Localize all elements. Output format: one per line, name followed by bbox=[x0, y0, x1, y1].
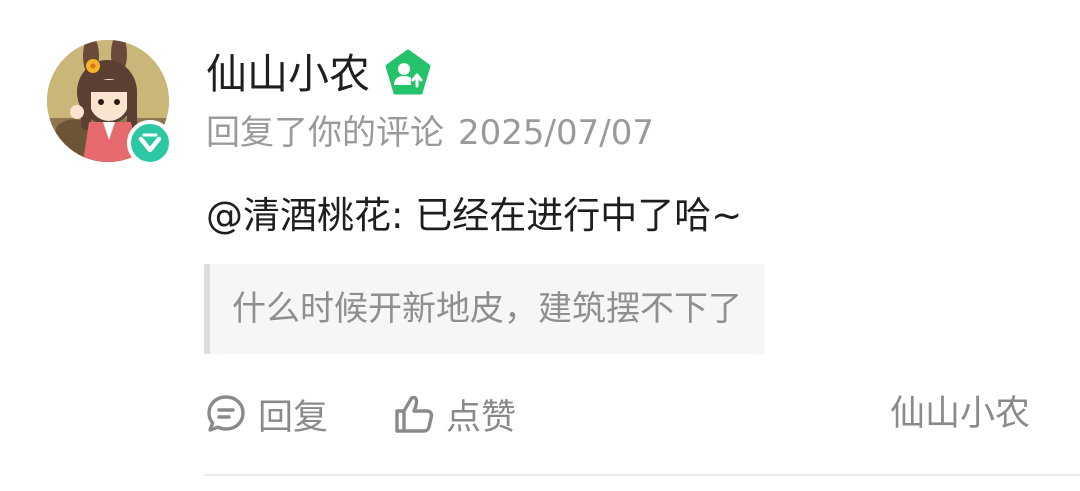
verified-check-icon bbox=[138, 133, 162, 153]
reply-label: 回复 bbox=[258, 397, 329, 438]
like-button[interactable]: 点赞 bbox=[392, 390, 516, 438]
reply-button[interactable]: 回复 bbox=[204, 390, 328, 438]
comment-icon bbox=[207, 395, 245, 432]
reply-text[interactable]: @清酒桃花: 已经在进行中了哈~ bbox=[206, 192, 742, 240]
quoted-comment[interactable]: 什么时候开新地皮，建筑摆不下了 bbox=[204, 264, 765, 354]
author-avatar[interactable] bbox=[47, 40, 173, 166]
like-label: 点赞 bbox=[446, 397, 517, 438]
creator-up-icon bbox=[383, 48, 433, 98]
notification-meta: 回复了你的评论 2025/07/07 bbox=[206, 112, 654, 154]
quoted-comment-text: 什么时候开新地皮，建筑摆不下了 bbox=[232, 289, 742, 329]
divider bbox=[204, 474, 1080, 476]
source-label[interactable]: 仙山小农 bbox=[890, 390, 1030, 438]
notification-action-text: 回复了你的评论 bbox=[206, 113, 444, 153]
thumbs-up-icon bbox=[395, 395, 434, 433]
verified-badge bbox=[127, 120, 173, 166]
notification-date: 2025/07/07 bbox=[458, 113, 654, 153]
author-name[interactable]: 仙山小农 bbox=[206, 50, 370, 98]
action-bar: 回复 点赞 仙山小农 bbox=[204, 390, 1034, 438]
